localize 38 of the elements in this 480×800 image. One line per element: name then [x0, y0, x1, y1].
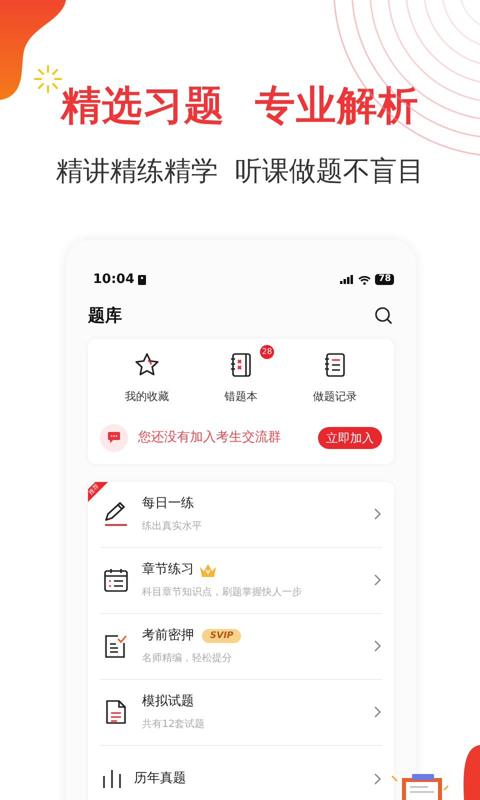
wifi-icon — [358, 274, 372, 285]
chart-icon — [102, 768, 122, 788]
calendar-icon — [102, 566, 130, 594]
search-icon[interactable] — [374, 306, 394, 326]
chevron-icon — [374, 772, 382, 784]
status-icon — [138, 274, 146, 285]
practice-item[interactable]: 每日一练 练出真实水平 — [100, 482, 382, 548]
count-badge: 28 — [260, 345, 274, 359]
subtitle: 精讲精练精学 听课做题不盲目 — [56, 158, 424, 185]
practice-item[interactable]: 模拟试题 共有12套试题 — [100, 680, 382, 746]
pen-icon — [102, 500, 130, 528]
status-time: 10:04 — [93, 271, 134, 289]
battery-indicator: 78 — [375, 274, 394, 286]
svip-badge: SVIP — [202, 628, 242, 642]
item-subtitle: 共有12套试题 — [142, 718, 206, 732]
item-title: 考前密押 — [142, 626, 194, 645]
shortcut-button[interactable]: 我的收藏 — [100, 349, 194, 406]
item-subtitle: 练出真实水平 — [142, 520, 203, 534]
page-title: 题库 — [88, 304, 122, 328]
item-title: 每日一练 — [142, 494, 194, 513]
chat-icon — [100, 424, 128, 452]
join-button[interactable]: 立即加入 — [318, 426, 382, 448]
chevron-icon — [374, 508, 382, 520]
practice-item[interactable]: 历年真题 — [100, 746, 382, 800]
headline: 精选习题 专业解析 — [61, 86, 419, 126]
item-title: 历年真题 — [134, 770, 186, 788]
group-invite-text: 您还没有加入考生交流群 — [138, 428, 282, 447]
item-title: 模拟试题 — [142, 692, 194, 711]
signal-icon — [340, 275, 354, 284]
chevron-icon — [374, 574, 382, 586]
chevron-icon — [374, 706, 382, 718]
item-subtitle: 科目章节知识点，刷题掌握快人一步 — [142, 586, 303, 600]
shortcut-button[interactable]: 做题记录 — [288, 349, 382, 406]
item-title: 章节练习 — [142, 560, 194, 579]
practice-item[interactable]: 考前密押 SVIP 名师精编，轻松提分 — [100, 614, 382, 680]
item-subtitle: 名师精编，轻松提分 — [142, 652, 233, 666]
practice-item[interactable]: 章节练习 科目章节知识点，刷题掌握快人一步 — [100, 548, 382, 614]
chevron-icon — [374, 640, 382, 652]
